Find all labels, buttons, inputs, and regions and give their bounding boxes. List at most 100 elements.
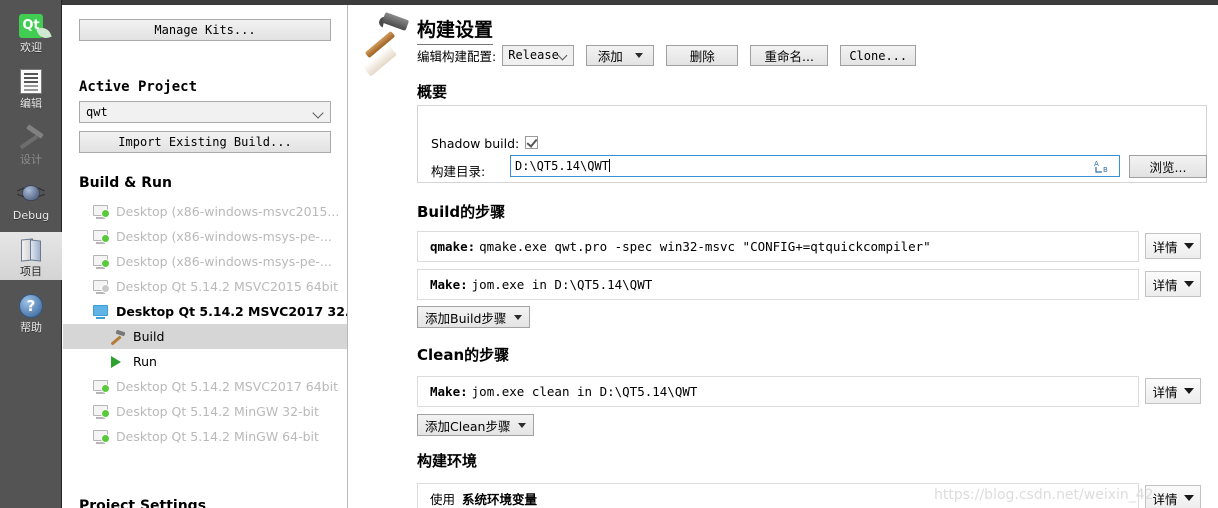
hammer-icon xyxy=(358,12,414,77)
design-brush-icon xyxy=(16,124,46,152)
env-use-label: 使用 xyxy=(430,491,456,507)
kit-row[interactable]: Desktop (x86-windows-msys-pe-... xyxy=(63,224,347,249)
debug-bug-icon xyxy=(16,180,46,208)
edit-build-config-label: 编辑构建配置: xyxy=(417,49,497,64)
remove-config-label: 删除 xyxy=(689,49,715,64)
kit-label: Desktop Qt 5.14.2 MSVC2017 32... xyxy=(116,304,348,319)
mode-debug-label: Debug xyxy=(12,209,50,222)
kit-screen-add-icon xyxy=(93,204,110,219)
caret-down-icon xyxy=(1183,388,1194,394)
kit-row[interactable]: Desktop Qt 5.14.2 MinGW 64-bit xyxy=(63,424,347,449)
caret-down-icon xyxy=(514,314,523,320)
mode-projects-label: 项目 xyxy=(20,265,42,278)
details-label: 详情 xyxy=(1152,491,1178,507)
play-icon xyxy=(109,355,125,369)
svg-text:A: A xyxy=(1094,160,1099,168)
rename-config-label: 重命名... xyxy=(764,49,814,64)
caret-down-icon xyxy=(518,422,527,428)
sidebar-item-build[interactable]: Build xyxy=(63,324,347,349)
details-label: 详情 xyxy=(1152,277,1178,293)
manage-kits-button[interactable]: Manage Kits... xyxy=(79,19,331,41)
kit-row-active[interactable]: Desktop Qt 5.14.2 MSVC2017 32... xyxy=(63,299,347,324)
build-step-command: qmake.exe qwt.pro -spec win32-msvc "CONF… xyxy=(479,239,931,254)
clone-config-button[interactable]: Clone... xyxy=(840,45,917,66)
kit-screen-warning-icon xyxy=(93,279,110,294)
clean-steps-heading: Clean的步骤 xyxy=(417,346,510,364)
details-label: 详情 xyxy=(1152,384,1178,400)
clean-step-details-button[interactable]: 详情 xyxy=(1145,378,1201,404)
add-clean-step-button[interactable]: 添加Clean步骤 xyxy=(417,414,535,436)
kit-row[interactable]: Desktop (x86-windows-msvc2015... xyxy=(63,199,347,224)
browse-button[interactable]: 浏览... xyxy=(1129,155,1207,178)
mode-projects[interactable]: 项目 xyxy=(0,232,62,280)
sidebar-item-run-label: Run xyxy=(133,354,157,369)
details-label: 详情 xyxy=(1152,239,1178,255)
build-steps-heading: Build的步骤 xyxy=(417,203,506,221)
import-existing-build-button[interactable]: Import Existing Build... xyxy=(79,131,331,153)
kit-screen-add-icon xyxy=(93,429,110,444)
build-directory-value: D:\QT5.14\QWT xyxy=(515,159,609,173)
kit-label: Desktop (x86-windows-msys-pe-... xyxy=(116,229,332,244)
ime-indicator-icon[interactable]: A B xyxy=(1094,159,1114,175)
clean-step-name: Make: xyxy=(430,384,468,399)
mode-welcome[interactable]: Qt 欢迎 xyxy=(0,8,62,56)
build-directory-input[interactable]: D:\QT5.14\QWT A B xyxy=(510,155,1120,177)
qt-welcome-icon: Qt xyxy=(16,12,46,40)
kit-row[interactable]: Desktop Qt 5.14.2 MSVC2015 64bit xyxy=(63,274,347,299)
clean-step-command: jom.exe clean in D:\QT5.14\QWT xyxy=(471,384,698,399)
build-step-name: qmake: xyxy=(430,239,476,254)
kit-row[interactable]: Desktop Qt 5.14.2 MinGW 32-bit xyxy=(63,399,347,424)
kit-row[interactable]: Desktop Qt 5.14.2 MSVC2017 64bit xyxy=(63,374,347,399)
kit-screen-add-icon xyxy=(93,229,110,244)
build-step-details-button[interactable]: 详情 xyxy=(1145,233,1201,259)
add-build-step-button[interactable]: 添加Build步骤 xyxy=(417,306,531,328)
sidebar-item-run[interactable]: Run xyxy=(63,349,347,374)
add-config-button[interactable]: 添加 xyxy=(586,45,655,66)
kit-row[interactable]: Desktop (x86-windows-msys-pe-... xyxy=(63,249,347,274)
mode-help[interactable]: ? 帮助 xyxy=(0,288,62,336)
kit-label: Desktop Qt 5.14.2 MSVC2015 64bit xyxy=(116,279,338,294)
kit-label: Desktop Qt 5.14.2 MinGW 32-bit xyxy=(116,404,319,419)
projects-book-icon xyxy=(16,236,46,264)
text-caret xyxy=(608,159,610,172)
kit-screen-add-icon xyxy=(93,379,110,394)
build-directory-label: 构建目录: xyxy=(431,164,486,179)
build-environment-row[interactable]: 使用 系统环境变量 xyxy=(417,483,1139,508)
build-step-details-button[interactable]: 详情 xyxy=(1145,271,1201,297)
build-config-select[interactable]: Release xyxy=(502,45,575,66)
build-and-run-heading: Build & Run xyxy=(79,175,172,191)
caret-down-icon xyxy=(1183,281,1194,287)
mode-help-label: 帮助 xyxy=(20,321,42,334)
mode-debug[interactable]: Debug xyxy=(0,176,62,224)
shadow-build-label: Shadow build: xyxy=(431,136,520,151)
build-config-toolbar: 编辑构建配置: Release 添加 删除 重命名... Clone... xyxy=(417,45,928,66)
clean-step-row[interactable]: Make: jom.exe clean in D:\QT5.14\QWT xyxy=(417,376,1139,407)
qt-creator-window: Qt 欢迎 编辑 设计 Debug 项目 ? 帮助 Manage Kits...… xyxy=(0,0,1218,508)
kit-screen-active-icon xyxy=(93,304,109,319)
build-step-row[interactable]: qmake: qmake.exe qwt.pro -spec win32-msv… xyxy=(417,231,1139,262)
caret-down-icon xyxy=(634,53,643,58)
mode-edit-label: 编辑 xyxy=(20,97,42,110)
kit-label: Desktop Qt 5.14.2 MSVC2017 64bit xyxy=(116,379,338,394)
page-title: 构建设置 xyxy=(417,15,494,45)
sidebar-item-build-label: Build xyxy=(133,329,165,344)
rename-config-button[interactable]: 重命名... xyxy=(750,45,829,66)
kit-label: Desktop (x86-windows-msvc2015... xyxy=(116,204,340,219)
clone-config-label: Clone... xyxy=(849,48,908,63)
mode-design-label: 设计 xyxy=(20,153,42,166)
kit-screen-add-icon xyxy=(93,254,110,269)
build-step-row[interactable]: Make: jom.exe in D:\QT5.14\QWT xyxy=(417,269,1139,300)
shadow-build-checkbox[interactable] xyxy=(525,136,538,149)
help-question-icon: ? xyxy=(16,292,46,320)
remove-config-button[interactable]: 删除 xyxy=(666,45,739,66)
caret-down-icon xyxy=(1183,495,1194,501)
add-clean-step-label: 添加Clean步骤 xyxy=(425,418,511,434)
build-step-command: jom.exe in D:\QT5.14\QWT xyxy=(471,277,653,292)
mode-edit[interactable]: 编辑 xyxy=(0,64,62,112)
active-project-select[interactable]: qwt xyxy=(79,101,331,123)
build-environment-heading: 构建环境 xyxy=(417,452,478,470)
add-config-label: 添加 xyxy=(597,49,623,64)
env-value: 系统环境变量 xyxy=(462,491,538,507)
build-environment-details-button[interactable]: 详情 xyxy=(1145,485,1201,508)
hammer-icon xyxy=(109,329,126,345)
